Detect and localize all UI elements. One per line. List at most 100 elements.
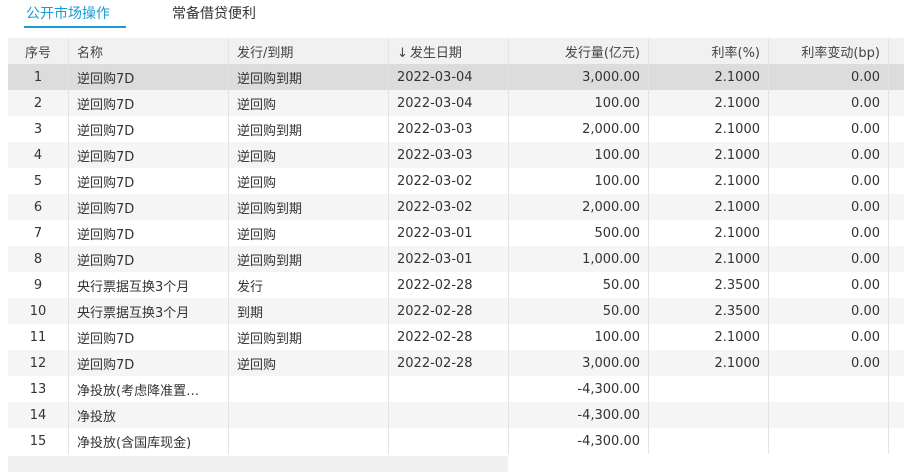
row-name: 逆回购7D bbox=[68, 90, 229, 116]
tab-standing-lending-facility[interactable]: 常备借贷便利 bbox=[172, 0, 256, 32]
table-row[interactable]: 14 净投放 -4,300.00 bbox=[8, 402, 904, 428]
row-index: 2 bbox=[8, 90, 69, 116]
table-row[interactable]: 2 逆回购7D 逆回购 2022-03-04 100.00 2.1000 0.00 bbox=[8, 90, 904, 116]
column-header-amount[interactable]: 发行量(亿元) bbox=[508, 38, 649, 64]
row-name: 逆回购7D bbox=[68, 220, 229, 246]
row-filler bbox=[888, 142, 904, 168]
row-amount: 500.00 bbox=[508, 220, 649, 246]
row-date: 2022-03-01 bbox=[388, 220, 509, 246]
row-rate-change bbox=[768, 402, 889, 428]
row-rate-change: 0.00 bbox=[768, 142, 889, 168]
row-amount: 100.00 bbox=[508, 90, 649, 116]
tab-bar: 公开市场操作 常备借贷便利 bbox=[0, 0, 904, 32]
row-issue-maturity: 逆回购到期 bbox=[228, 64, 389, 90]
row-name: 逆回购7D bbox=[68, 246, 229, 272]
table-row[interactable]: 6 逆回购7D 逆回购到期 2022-03-02 2,000.00 2.1000 0.00 bbox=[8, 194, 904, 220]
sort-descending-icon: ↓ bbox=[397, 45, 408, 61]
column-header-name[interactable]: 名称 bbox=[68, 38, 229, 64]
row-rate-change bbox=[768, 428, 889, 454]
column-header-filler bbox=[888, 38, 904, 64]
table-row[interactable]: 5 逆回购7D 逆回购 2022-03-02 100.00 2.1000 0.00 bbox=[8, 168, 904, 194]
row-rate-change: 0.00 bbox=[768, 298, 889, 324]
column-header-index[interactable]: 序号 bbox=[8, 38, 69, 64]
row-filler bbox=[888, 116, 904, 142]
row-filler bbox=[888, 246, 904, 272]
row-issue-maturity: 逆回购 bbox=[228, 168, 389, 194]
row-rate-change: 0.00 bbox=[768, 272, 889, 298]
table-row[interactable]: 4 逆回购7D 逆回购 2022-03-03 100.00 2.1000 0.00 bbox=[8, 142, 904, 168]
row-amount: -4,300.00 bbox=[508, 428, 649, 454]
row-date: 2022-02-28 bbox=[388, 350, 509, 376]
row-rate-change: 0.00 bbox=[768, 350, 889, 376]
row-rate-change: 0.00 bbox=[768, 220, 889, 246]
tab-open-market-operations[interactable]: 公开市场操作 bbox=[24, 0, 126, 32]
row-date bbox=[388, 376, 509, 402]
row-filler bbox=[888, 90, 904, 116]
row-rate-change: 0.00 bbox=[768, 194, 889, 220]
row-rate-change bbox=[768, 376, 889, 402]
row-filler bbox=[888, 220, 904, 246]
row-issue-maturity bbox=[228, 376, 389, 402]
row-filler bbox=[888, 168, 904, 194]
row-index: 15 bbox=[8, 428, 69, 454]
row-rate: 2.1000 bbox=[648, 194, 769, 220]
row-rate: 2.1000 bbox=[648, 90, 769, 116]
row-amount: -4,300.00 bbox=[508, 402, 649, 428]
row-filler bbox=[888, 64, 904, 90]
row-name: 逆回购7D bbox=[68, 350, 229, 376]
row-rate: 2.3500 bbox=[648, 272, 769, 298]
table-row[interactable]: 8 逆回购7D 逆回购到期 2022-03-01 1,000.00 2.1000 0.00 bbox=[8, 246, 904, 272]
column-header-rate[interactable]: 利率(%) bbox=[648, 38, 769, 64]
data-grid: 序号 名称 发行/到期 ↓ 发生日期 发行量(亿元) 利率(%) 利率变动(bp)… bbox=[8, 38, 904, 454]
active-tab-indicator bbox=[24, 26, 126, 28]
table-row[interactable]: 1 逆回购7D 逆回购到期 2022-03-04 3,000.00 2.1000 0.00 bbox=[8, 64, 904, 90]
row-index: 6 bbox=[8, 194, 69, 220]
column-header-label: 发生日期 bbox=[409, 45, 462, 61]
row-amount: 50.00 bbox=[508, 298, 649, 324]
row-name: 逆回购7D bbox=[68, 194, 229, 220]
row-name: 逆回购7D bbox=[68, 142, 229, 168]
row-issue-maturity: 逆回购 bbox=[228, 220, 389, 246]
row-rate-change: 0.00 bbox=[768, 324, 889, 350]
row-issue-maturity: 逆回购到期 bbox=[228, 194, 389, 220]
row-date: 2022-02-28 bbox=[388, 272, 509, 298]
row-rate bbox=[648, 376, 769, 402]
row-amount: -4,300.00 bbox=[508, 376, 649, 402]
row-date: 2022-03-04 bbox=[388, 64, 509, 90]
row-name: 央行票据互换3个月 bbox=[68, 298, 229, 324]
horizontal-scrollbar[interactable] bbox=[8, 456, 508, 472]
table-row[interactable]: 11 逆回购7D 逆回购到期 2022-02-28 100.00 2.1000 0.00 bbox=[8, 324, 904, 350]
row-date: 2022-03-03 bbox=[388, 142, 509, 168]
row-date: 2022-03-03 bbox=[388, 116, 509, 142]
row-issue-maturity: 逆回购到期 bbox=[228, 246, 389, 272]
table-row[interactable]: 3 逆回购7D 逆回购到期 2022-03-03 2,000.00 2.1000 0.00 bbox=[8, 116, 904, 142]
table-row[interactable]: 15 净投放(含国库现金) -4,300.00 bbox=[8, 428, 904, 454]
table-row[interactable]: 7 逆回购7D 逆回购 2022-03-01 500.00 2.1000 0.00 bbox=[8, 220, 904, 246]
table-row[interactable]: 10 央行票据互换3个月 到期 2022-02-28 50.00 2.3500 0.00 bbox=[8, 298, 904, 324]
column-header-date[interactable]: ↓ 发生日期 bbox=[388, 38, 509, 64]
row-filler bbox=[888, 298, 904, 324]
row-name: 逆回购7D bbox=[68, 168, 229, 194]
row-date bbox=[388, 428, 509, 454]
row-issue-maturity: 逆回购到期 bbox=[228, 324, 389, 350]
row-index: 1 bbox=[8, 64, 69, 90]
table-row[interactable]: 13 净投放(考虑降准置… -4,300.00 bbox=[8, 376, 904, 402]
row-rate: 2.3500 bbox=[648, 298, 769, 324]
row-index: 14 bbox=[8, 402, 69, 428]
row-rate-change: 0.00 bbox=[768, 116, 889, 142]
row-name: 逆回购7D bbox=[68, 64, 229, 90]
column-header-issue-maturity[interactable]: 发行/到期 bbox=[228, 38, 389, 64]
row-date: 2022-03-02 bbox=[388, 194, 509, 220]
row-rate: 2.1000 bbox=[648, 116, 769, 142]
row-date: 2022-02-28 bbox=[388, 324, 509, 350]
column-header-rate-change[interactable]: 利率变动(bp) bbox=[768, 38, 889, 64]
row-index: 9 bbox=[8, 272, 69, 298]
row-rate-change: 0.00 bbox=[768, 90, 889, 116]
row-name: 央行票据互换3个月 bbox=[68, 272, 229, 298]
table-row[interactable]: 9 央行票据互换3个月 发行 2022-02-28 50.00 2.3500 0.00 bbox=[8, 272, 904, 298]
row-rate: 2.1000 bbox=[648, 246, 769, 272]
row-issue-maturity: 逆回购到期 bbox=[228, 116, 389, 142]
row-index: 12 bbox=[8, 350, 69, 376]
row-issue-maturity: 逆回购 bbox=[228, 90, 389, 116]
table-row[interactable]: 12 逆回购7D 逆回购 2022-02-28 3,000.00 2.1000 0.00 bbox=[8, 350, 904, 376]
